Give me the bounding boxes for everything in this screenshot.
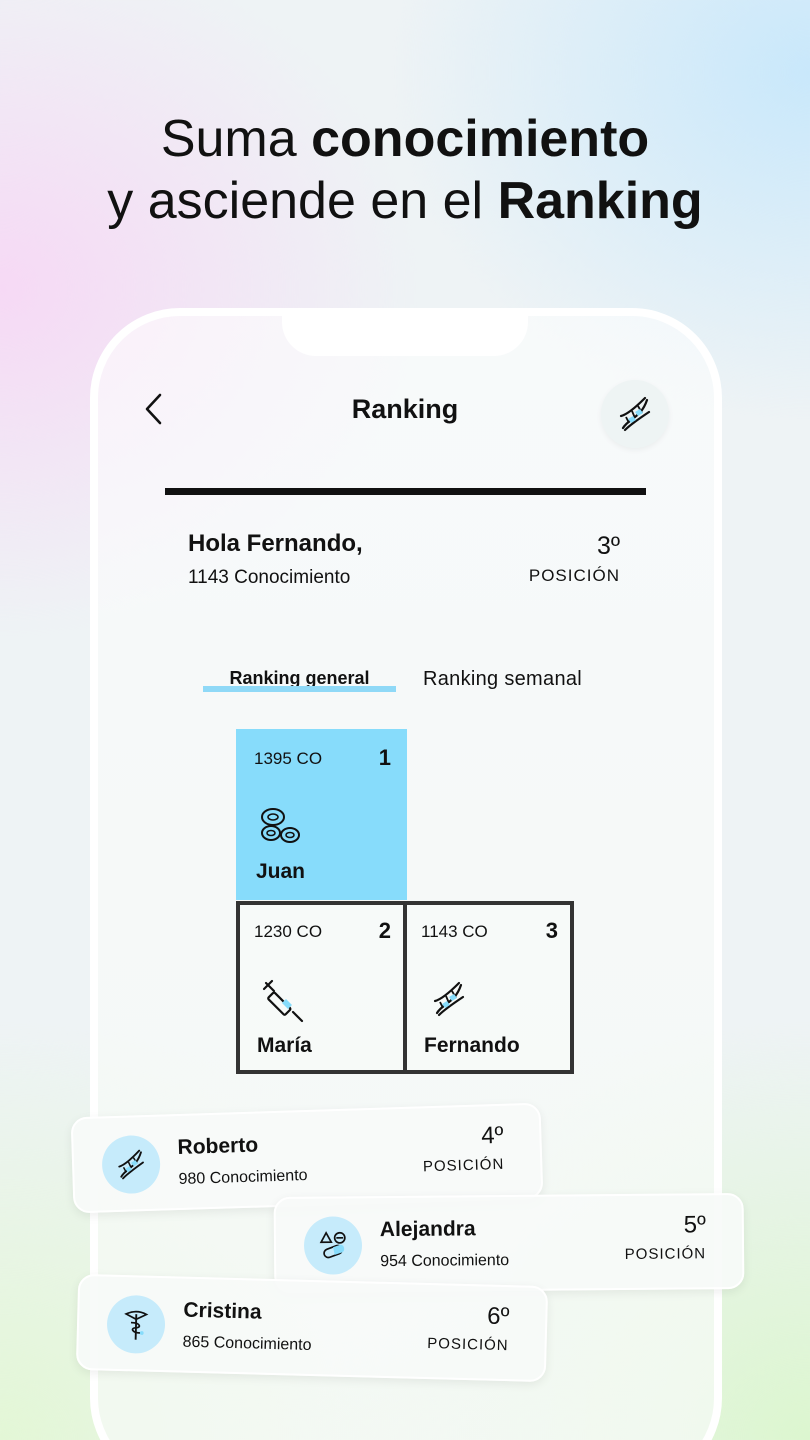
leaderboard-position: 5º xyxy=(683,1211,706,1239)
leaderboard-position-label: POSICIÓN xyxy=(624,1245,707,1263)
screen-title: Ranking xyxy=(351,394,459,424)
dna-icon xyxy=(429,979,469,1019)
podium-first-place[interactable]: 1395 CO 1 Juan xyxy=(236,729,407,900)
blood-cells-icon xyxy=(258,805,302,849)
leaderboard-position-label: POSICIÓN xyxy=(422,1155,505,1176)
leaderboard-position: 4º xyxy=(480,1121,504,1150)
header-divider xyxy=(165,488,646,495)
dna-icon xyxy=(114,1147,149,1182)
podium-name: Fernando xyxy=(424,1034,520,1057)
podium-name: Juan xyxy=(256,860,306,883)
podium-third-place[interactable]: 1143 CO 3 Fernando xyxy=(403,901,574,1074)
leaderboard-avatar xyxy=(106,1294,166,1355)
leaderboard-card[interactable]: Alejandra 954 Conocimiento 5º POSICIÓN xyxy=(273,1192,745,1294)
caduceus-icon xyxy=(119,1307,154,1342)
podium-points: 1230 CO xyxy=(254,922,323,941)
user-position-label: POSICIÓN xyxy=(528,566,620,585)
podium-name: María xyxy=(257,1034,312,1057)
podium-rank: 3 xyxy=(545,918,558,943)
user-position: 3º xyxy=(596,532,620,560)
podium-points: 1143 CO xyxy=(421,922,488,941)
leaderboard-name: Roberto xyxy=(177,1133,259,1160)
leaderboard-avatar xyxy=(303,1216,363,1275)
pills-icon xyxy=(316,1228,350,1262)
dna-icon xyxy=(615,394,655,434)
podium-rank: 1 xyxy=(378,745,391,770)
podium-rank: 2 xyxy=(378,918,391,943)
phone-notch xyxy=(282,308,528,356)
profile-avatar-button[interactable] xyxy=(601,380,669,448)
tab-ranking-semanal[interactable]: Ranking semanal xyxy=(423,668,582,691)
headline-line-1: Suma conocimiento xyxy=(160,110,650,168)
leaderboard-points: 865 Conocimiento xyxy=(182,1333,312,1354)
leaderboard-position-label: POSICIÓN xyxy=(427,1335,509,1355)
podium-points: 1395 CO xyxy=(254,749,323,768)
headline: Suma conocimiento y asciende en el Ranki… xyxy=(0,108,810,232)
podium-second-place[interactable]: 1230 CO 2 María xyxy=(236,901,407,1074)
leaderboard-name: Alejandra xyxy=(379,1217,476,1242)
leaderboard-position: 6º xyxy=(486,1302,510,1331)
leaderboard-points: 980 Conocimiento xyxy=(178,1166,308,1189)
user-greeting: Hola Fernando, xyxy=(188,530,363,557)
leaderboard-card[interactable]: Cristina 865 Conocimiento 6º POSICIÓN xyxy=(75,1273,549,1383)
tab-active-indicator xyxy=(203,686,396,692)
headline-line-2: y asciende en el Ranking xyxy=(107,172,703,230)
syringe-icon xyxy=(262,979,306,1023)
leaderboard-points: 954 Conocimiento xyxy=(380,1251,510,1271)
user-points: 1143 Conocimiento xyxy=(188,567,351,588)
leaderboard-avatar xyxy=(101,1134,162,1195)
leaderboard-name: Cristina xyxy=(183,1298,262,1324)
